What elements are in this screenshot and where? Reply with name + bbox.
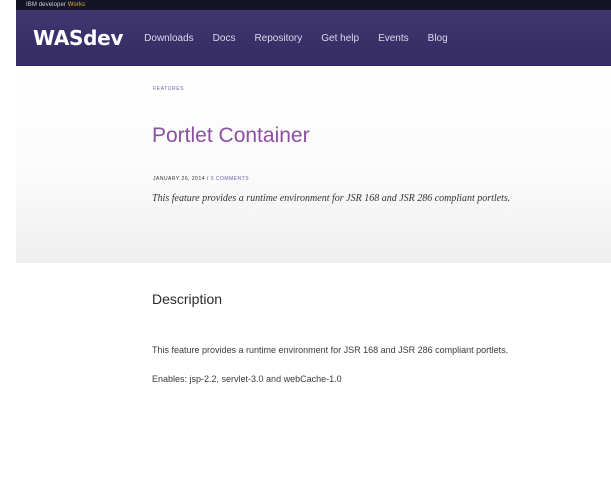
site-logo[interactable]: WASdev xyxy=(33,26,123,50)
category-link[interactable]: FEATURES xyxy=(153,86,184,92)
description-heading: Description xyxy=(152,291,223,307)
nav-blog[interactable]: Blog xyxy=(428,33,448,44)
main-navbar: WASdev Downloads Docs Repository Get hel… xyxy=(16,10,611,66)
article-summary: This feature provides a runtime environm… xyxy=(152,193,511,204)
comments-link[interactable]: 0 COMMENTS xyxy=(211,176,249,182)
topbar-label-accent: Works xyxy=(67,2,86,8)
top-utility-bar: IBM developer Works xyxy=(16,0,611,10)
nav-repository[interactable]: Repository xyxy=(254,33,302,44)
nav-docs[interactable]: Docs xyxy=(213,33,236,44)
article-header xyxy=(16,66,611,263)
ibm-developerworks-link[interactable]: IBM developer Works xyxy=(26,2,85,8)
nav-downloads[interactable]: Downloads xyxy=(144,33,193,44)
description-text: This feature provides a runtime environm… xyxy=(152,345,509,355)
nav-get-help[interactable]: Get help xyxy=(321,33,359,44)
page-title: Portlet Container xyxy=(152,124,310,147)
nav-events[interactable]: Events xyxy=(378,33,409,44)
post-date: JANUARY 26, 2014 xyxy=(153,176,206,182)
topbar-label: IBM developer xyxy=(26,2,66,8)
enables-text: Enables: jsp-2.2, servlet-3.0 and webCac… xyxy=(152,374,342,384)
post-meta: JANUARY 26, 2014 / 0 COMMENTS xyxy=(153,176,249,182)
